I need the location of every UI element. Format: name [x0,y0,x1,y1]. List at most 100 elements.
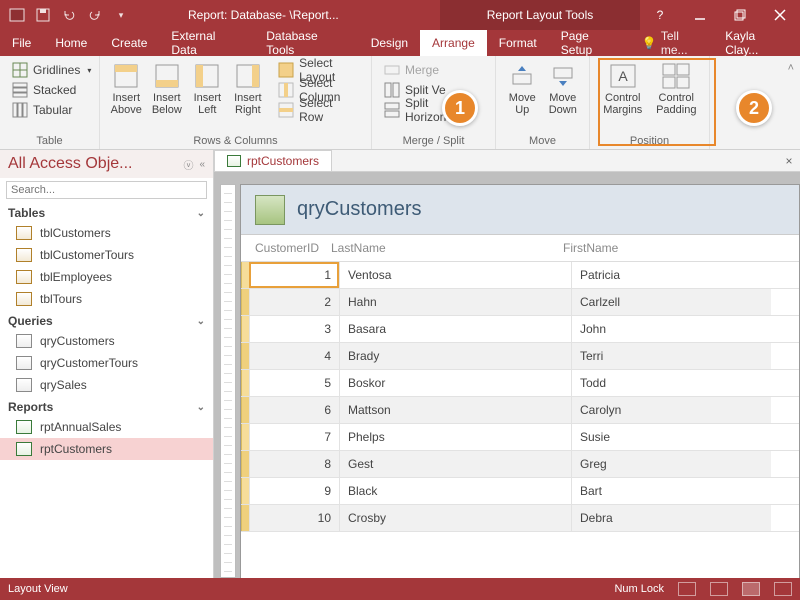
move-up-button[interactable]: Move Up [504,60,541,116]
nav-shutter-icon[interactable]: « [199,159,205,170]
cell-first[interactable]: John [571,316,771,342]
cell-id[interactable]: 5 [249,370,339,396]
undo-icon[interactable] [58,4,80,26]
tabular-button[interactable]: Tabular [8,100,95,120]
cell-last[interactable]: Boskor [339,370,571,396]
move-down-button[interactable]: Move Down [545,60,582,116]
cell-first[interactable]: Carolyn [571,397,771,423]
tab-create[interactable]: Create [99,30,159,56]
cell-first[interactable]: Patricia [571,262,771,288]
cell-id[interactable]: 3 [249,316,339,342]
tab-format[interactable]: Format [487,30,549,56]
control-padding-button[interactable]: Control Padding [652,60,702,116]
minimize-icon[interactable] [680,0,720,30]
table-row[interactable]: 9BlackBart [241,478,799,505]
nav-dropdown-icon[interactable]: ⓥ [183,157,193,172]
table-row[interactable]: 8GestGreg [241,451,799,478]
help-icon[interactable]: ? [640,0,680,30]
cell-last[interactable]: Crosby [339,505,571,531]
cell-id[interactable]: 8 [249,451,339,477]
nav-item[interactable]: rptCustomers [0,438,213,460]
insert-below-button[interactable]: Insert Below [149,60,186,116]
cell-id[interactable]: 7 [249,424,339,450]
cell-last[interactable]: Phelps [339,424,571,450]
save-icon[interactable] [32,4,54,26]
nav-item[interactable]: tblTours [0,288,213,310]
tab-file[interactable]: File [0,30,43,56]
cell-last[interactable]: Hahn [339,289,571,315]
view-print-preview-icon[interactable] [710,582,728,596]
view-layout-icon[interactable] [742,582,760,596]
report-canvas[interactable]: qryCustomers CustomerID LastName FirstNa… [214,172,800,578]
tab-home[interactable]: Home [43,30,99,56]
cell-first[interactable]: Bart [571,478,771,504]
tab-external-data[interactable]: External Data [159,30,254,56]
cell-first[interactable]: Susie [571,424,771,450]
view-report-icon[interactable] [678,582,696,596]
nav-item[interactable]: qryCustomers [0,330,213,352]
col-header-last[interactable]: LastName [331,241,563,255]
cell-id[interactable]: 4 [249,343,339,369]
cell-id[interactable]: 9 [249,478,339,504]
table-row[interactable]: 4BradyTerri [241,343,799,370]
view-design-icon[interactable] [774,582,792,596]
cell-last[interactable]: Ventosa [339,262,571,288]
nav-section-reports[interactable]: Reports⌄ [0,396,213,416]
cell-first[interactable]: Greg [571,451,771,477]
cell-id[interactable]: 1 [249,262,339,288]
cell-last[interactable]: Black [339,478,571,504]
stacked-button[interactable]: Stacked [8,80,95,100]
document-tab[interactable]: rptCustomers [214,150,332,171]
ribbon-collapse-icon[interactable]: ˄ [788,62,794,74]
cell-last[interactable]: Brady [339,343,571,369]
nav-item[interactable]: tblCustomers [0,222,213,244]
report-title[interactable]: qryCustomers [297,198,421,221]
cell-first[interactable]: Terri [571,343,771,369]
nav-item[interactable]: tblCustomerTours [0,244,213,266]
tell-me[interactable]: 💡Tell me... [634,30,715,56]
insert-left-button[interactable]: Insert Left [189,60,226,116]
cell-first[interactable]: Carlzell [571,289,771,315]
nav-item[interactable]: rptAnnualSales [0,416,213,438]
table-row[interactable]: 3BasaraJohn [241,316,799,343]
nav-item[interactable]: tblEmployees [0,266,213,288]
gridlines-button[interactable]: Gridlines▾ [8,60,95,80]
signed-in-user[interactable]: Kayla Clay... [715,30,800,56]
cell-last[interactable]: Basara [339,316,571,342]
insert-above-button[interactable]: Insert Above [108,60,145,116]
table-row[interactable]: 2HahnCarlzell [241,289,799,316]
nav-item[interactable]: qrySales [0,374,213,396]
col-header-first[interactable]: FirstName [563,241,763,255]
merge-button[interactable]: Merge [380,60,487,80]
nav-section-tables[interactable]: Tables⌄ [0,202,213,222]
tab-design[interactable]: Design [359,30,420,56]
table-row[interactable]: 10CrosbyDebra [241,505,799,532]
document-close-icon[interactable]: × [778,150,800,171]
tab-page-setup[interactable]: Page Setup [549,30,634,56]
tab-database-tools[interactable]: Database Tools [254,30,358,56]
cell-first[interactable]: Debra [571,505,771,531]
tab-arrange[interactable]: Arrange [420,30,487,56]
redo-icon[interactable] [84,4,106,26]
cell-id[interactable]: 10 [249,505,339,531]
select-row-button[interactable]: Select Row [274,100,363,120]
qat-dropdown-icon[interactable]: ▾ [110,4,132,26]
table-row[interactable]: 5BoskorTodd [241,370,799,397]
cell-last[interactable]: Gest [339,451,571,477]
control-margins-button[interactable]: AControl Margins [598,60,648,116]
table-row[interactable]: 7PhelpsSusie [241,424,799,451]
nav-item[interactable]: qryCustomerTours [0,352,213,374]
table-row[interactable]: 6MattsonCarolyn [241,397,799,424]
nav-search-input[interactable] [6,181,207,199]
nav-section-queries[interactable]: Queries⌄ [0,310,213,330]
close-icon[interactable] [760,0,800,30]
cell-last[interactable]: Mattson [339,397,571,423]
nav-pane-header[interactable]: All Access Obje... ⓥ« [0,150,213,178]
col-header-id[interactable]: CustomerID [241,241,331,255]
cell-first[interactable]: Todd [571,370,771,396]
cell-id[interactable]: 6 [249,397,339,423]
restore-icon[interactable] [720,0,760,30]
insert-right-button[interactable]: Insert Right [230,60,267,116]
cell-id[interactable]: 2 [249,289,339,315]
table-row[interactable]: 1VentosaPatricia [241,262,799,289]
